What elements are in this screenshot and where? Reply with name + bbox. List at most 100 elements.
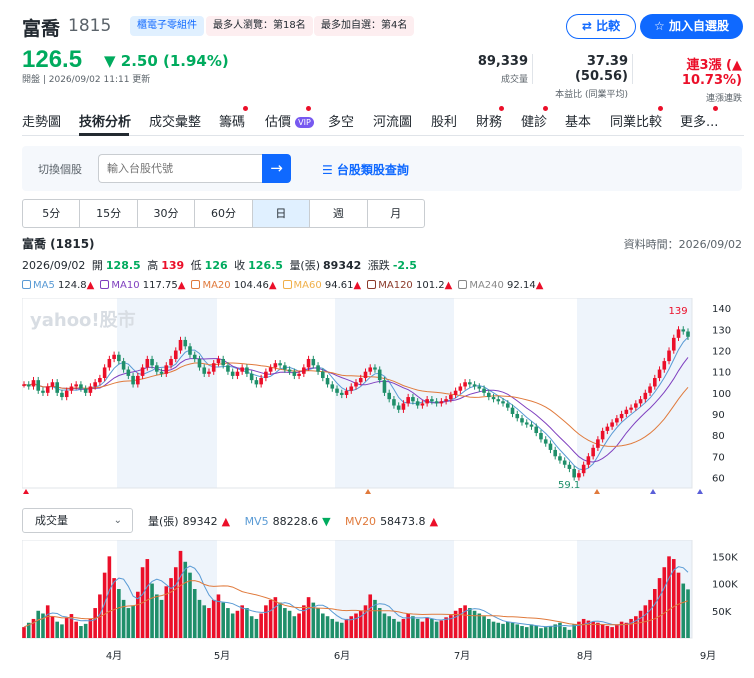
candle-body xyxy=(634,403,638,408)
volume-bar xyxy=(468,608,472,638)
indicator-dropdown[interactable]: 成交量 ⌄ xyxy=(22,508,133,533)
period-30min[interactable]: 30分 xyxy=(138,200,196,227)
volume-bar xyxy=(211,599,216,638)
chg-value: -2.5 xyxy=(392,259,417,272)
ma-legend-item[interactable]: MA10 117.75▲ xyxy=(100,280,185,291)
ma-legend-item[interactable]: MA5 124.8▲ xyxy=(22,280,94,291)
ma-legend-item[interactable]: MA20 104.46▲ xyxy=(191,280,277,291)
tab-peers[interactable]: 同業比較 xyxy=(610,111,662,130)
volume-bar xyxy=(648,599,652,638)
tab-technical[interactable]: 技術分析 xyxy=(79,111,131,130)
ma-name: MA10 xyxy=(111,280,143,291)
add-watchlist-button[interactable]: ☆ 加入自選股 xyxy=(640,14,743,39)
candle-body xyxy=(667,350,671,362)
chart-shade-band xyxy=(577,298,692,488)
compare-label: 比較 xyxy=(596,19,621,33)
candle-body xyxy=(140,367,145,376)
candle-body xyxy=(235,371,240,376)
volume-bar xyxy=(392,618,396,638)
volume-bar xyxy=(482,616,486,638)
price-chart[interactable]: yahoo!股市 140 130 120 110 100 90 80 70 60 139 59.1 xyxy=(22,298,742,498)
candle-body xyxy=(216,358,221,364)
tab-dividend[interactable]: 股利 xyxy=(431,111,457,130)
candle-body xyxy=(155,365,159,372)
tab-more[interactable]: 更多... xyxy=(680,111,718,130)
volume-bar xyxy=(401,618,406,638)
notification-dot xyxy=(243,106,248,111)
volume-bar xyxy=(501,623,505,638)
ma-legend-item[interactable]: MA60 94.61▲ xyxy=(282,280,362,291)
stat-pe: 37.39 (50.56) 本益比 (同業平均) xyxy=(538,54,628,100)
candle-body xyxy=(60,392,64,398)
volume-bar xyxy=(126,608,131,638)
tab-trend[interactable]: 走勢圖 xyxy=(22,111,61,130)
industry-tag[interactable]: 櫃電子零組件 xyxy=(130,16,204,36)
candle-body xyxy=(41,390,45,393)
candle-body xyxy=(458,386,463,391)
tab-chips[interactable]: 籌碼 xyxy=(219,111,245,130)
candle-body xyxy=(259,378,263,385)
price-change: ▼ 2.50 (1.94%) xyxy=(104,52,229,70)
volume-bar xyxy=(624,622,629,638)
open-value: 128.5 xyxy=(105,259,141,272)
stat-label: 連漲連跌 xyxy=(705,94,742,104)
stock-switcher: 切換個股 → ☰ 台股類股查詢 xyxy=(22,146,742,191)
volume-bar xyxy=(354,613,358,638)
volume-bar xyxy=(406,613,410,638)
period-day[interactable]: 日 xyxy=(252,200,311,227)
volume-bar xyxy=(363,605,368,638)
candle-body xyxy=(615,418,619,423)
compare-button[interactable]: ⇄ 比較 xyxy=(566,14,636,39)
event-marker-icon xyxy=(650,489,656,494)
period-5min[interactable]: 5分 xyxy=(23,200,81,227)
candle-body xyxy=(249,373,254,381)
candle-body xyxy=(643,392,648,400)
period-month[interactable]: 月 xyxy=(368,200,424,227)
tab-river[interactable]: 河流圖 xyxy=(373,111,412,130)
tab-health[interactable]: 健診 xyxy=(521,111,547,130)
candle-body xyxy=(150,358,154,366)
stat-streak: 連3漲 (▲ 10.73%) 連漲連跌 xyxy=(638,54,742,104)
divider xyxy=(632,54,633,84)
candle-body xyxy=(131,375,135,385)
volume-bar xyxy=(88,618,93,638)
volume-bar xyxy=(121,599,126,638)
volume-bar xyxy=(36,610,41,638)
candle-body xyxy=(316,365,320,372)
volume-bar xyxy=(178,550,183,638)
candle-body xyxy=(202,367,207,374)
candle-body xyxy=(211,363,216,372)
ma-value: 124.8 xyxy=(58,280,87,291)
period-week[interactable]: 週 xyxy=(310,200,368,227)
candle-body xyxy=(79,384,83,389)
volume-bar xyxy=(283,608,287,638)
candle-body xyxy=(653,378,657,387)
tab-longshort[interactable]: 多空 xyxy=(328,111,354,130)
stock-code: 1815 xyxy=(68,16,112,36)
stock-search-input[interactable] xyxy=(98,154,262,183)
up-arrow-icon: ▲ xyxy=(86,280,95,291)
tab-basic[interactable]: 基本 xyxy=(565,111,591,130)
vip-badge: VIP xyxy=(295,117,314,128)
candle-body xyxy=(581,464,586,474)
candle-body xyxy=(88,386,93,393)
period-15min[interactable]: 15分 xyxy=(80,200,138,227)
tab-trades[interactable]: 成交彙整 xyxy=(149,111,201,130)
candle-body xyxy=(230,371,235,376)
tab-valuation[interactable]: 估價 VIP xyxy=(265,111,314,130)
period-60min[interactable]: 60分 xyxy=(195,200,253,227)
candle-body xyxy=(183,339,188,347)
compare-icon: ⇄ xyxy=(581,19,597,33)
tab-financial[interactable]: 財務 xyxy=(476,111,502,130)
up-arrow-icon: ▲ xyxy=(353,280,362,291)
search-go-button[interactable]: → xyxy=(262,154,291,183)
candle-body xyxy=(112,354,116,359)
volume-bar xyxy=(292,616,297,638)
volume-chart[interactable]: 150K 100K 50K 4月 5月 6月 7月 8月 9月 xyxy=(22,540,742,664)
ma-legend-item[interactable]: MA240 92.14▲ xyxy=(458,280,543,291)
volume-bar xyxy=(567,629,572,638)
ma-legend-item[interactable]: MA120 101.2▲ xyxy=(367,280,452,291)
category-lookup-link[interactable]: ☰ 台股類股查詢 xyxy=(322,161,409,178)
volume-bar xyxy=(316,608,320,638)
volume-bar xyxy=(188,572,192,638)
